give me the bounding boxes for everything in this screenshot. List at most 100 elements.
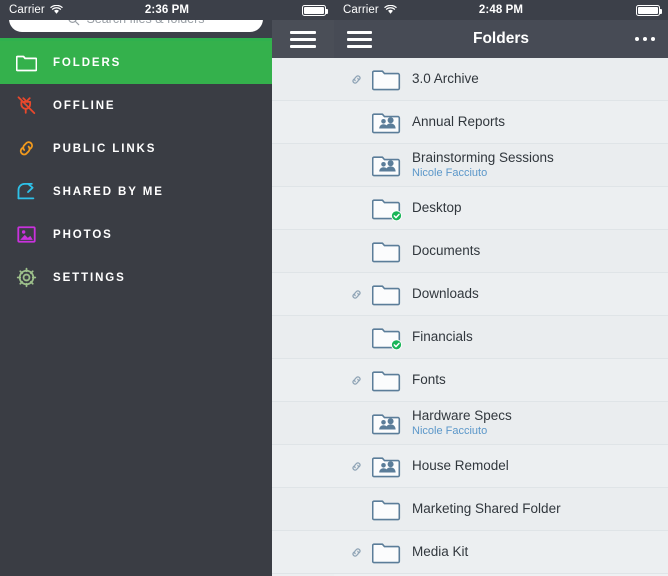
drawer-menu[interactable]: FOLDERS OFFLINE PUBLIC LINKS SHARED BY M… [0, 41, 272, 299]
folder-row[interactable]: Desktop [334, 187, 668, 230]
folder-row[interactable]: Financials [334, 316, 668, 359]
folder-name: Marketing Shared Folder [412, 501, 561, 517]
folder-thumbnail [372, 109, 412, 136]
folder-text: Marketing Shared Folder [412, 501, 561, 517]
folder-row[interactable]: Marketing Shared Folder [334, 488, 668, 531]
folder-row[interactable]: Downloads [334, 273, 668, 316]
folder-icon [372, 69, 401, 90]
folder-text: House Remodel [412, 458, 509, 474]
folder-name: Desktop [412, 200, 462, 216]
folder-thumbnail [372, 195, 412, 222]
sidebar-item-folders[interactable]: FOLDERS [0, 41, 272, 84]
folder-icon [372, 284, 401, 305]
chain-link-icon [352, 461, 361, 471]
page-title: Folders [473, 30, 529, 47]
sidebar-item-shared-by-me[interactable]: SHARED BY ME [0, 170, 272, 213]
folder-thumbnail [372, 152, 412, 179]
folder-icon [372, 198, 402, 221]
chain-link-icon [352, 375, 361, 385]
folder-text: Downloads [412, 286, 479, 302]
folder-row[interactable]: 3.0 Archive [334, 58, 668, 101]
folder-row[interactable]: Media Kit [334, 531, 668, 574]
clock: 2:36 PM [144, 4, 190, 16]
shared-folder-icon [372, 456, 401, 477]
folder-thumbnail [372, 66, 412, 93]
folder-thumbnail [372, 453, 412, 480]
shared-folder-icon [372, 112, 401, 133]
sidebar-item-photos[interactable]: PHOTOS [0, 213, 272, 256]
link-indicator [350, 73, 372, 86]
shared-folder-icon [372, 413, 401, 434]
folder-name: Fonts [412, 372, 446, 388]
folder-row[interactable]: Documents [334, 230, 668, 273]
folder-text: 3.0 Archive [412, 71, 479, 87]
share-arrow-icon [15, 181, 37, 203]
share-arrow-icon [17, 182, 34, 200]
folder-name: Annual Reports [412, 114, 506, 130]
folder-name: Downloads [412, 286, 479, 302]
folder-name: Documents [412, 243, 481, 259]
folder-text: Fonts [412, 372, 446, 388]
clock: 2:48 PM [478, 4, 524, 16]
sidebar-item-label: PHOTOS [53, 228, 113, 241]
photo-image-icon [15, 224, 37, 246]
drawer-toggle-button[interactable] [272, 20, 334, 58]
folder-icon [15, 55, 37, 71]
folder-thumbnail [372, 238, 412, 265]
side-drawer: Search files & folders FOLDERS OFFLINE P… [0, 0, 272, 576]
plug-disconnect-icon [17, 96, 35, 115]
sidebar-item-settings[interactable]: SETTINGS [0, 256, 272, 299]
chain-link-icon [352, 547, 361, 557]
plug-disconnect-icon [15, 95, 37, 117]
folder-text: Annual Reports [412, 114, 505, 130]
folder-row[interactable]: Fonts [334, 359, 668, 402]
sidebar-item-label: OFFLINE [53, 99, 116, 112]
folder-name: Financials [412, 329, 473, 345]
folder-name: Brainstorming Sessions [412, 150, 554, 166]
folder-text: Brainstorming Sessions Nicole Facciuto [412, 150, 554, 179]
right-navbar: Folders [334, 20, 668, 58]
dual-screenshot: 3.0 Archive Annual Reports Brainstorming… [0, 0, 668, 576]
shared-folder-icon [372, 155, 401, 176]
folder-icon [15, 52, 37, 74]
folder-row[interactable]: Brainstorming Sessions Nicole Facciuto [334, 144, 668, 187]
chain-link-icon [19, 141, 33, 156]
folder-thumbnail [372, 281, 412, 308]
link-indicator [350, 288, 372, 301]
left-status-bar: Carrier 2:36 PM [0, 0, 334, 20]
left-phone-screen: 3.0 Archive Annual Reports Brainstorming… [0, 0, 334, 576]
battery-icon [636, 4, 663, 16]
link-indicator [350, 374, 372, 387]
gear-icon [15, 267, 37, 289]
sidebar-item-public-links[interactable]: PUBLIC LINKS [0, 127, 272, 170]
link-indicator [350, 460, 372, 473]
sidebar-item-label: SHARED BY ME [53, 185, 164, 198]
right-folder-rows[interactable]: 3.0 Archive Annual Reports Brainstorming… [334, 58, 668, 574]
ellipsis-icon[interactable] [634, 36, 655, 42]
folder-name: Media Kit [412, 544, 469, 560]
folder-owner: Nicole Facciuto [412, 166, 488, 179]
folder-thumbnail [372, 496, 412, 523]
folder-icon [372, 370, 401, 391]
battery-icon [302, 4, 329, 16]
folder-text: Desktop [412, 200, 462, 216]
folder-text: Media Kit [412, 544, 468, 560]
gear-icon [16, 267, 36, 288]
folder-thumbnail [372, 367, 412, 394]
folder-row[interactable]: House Remodel [334, 445, 668, 488]
folder-name: Hardware Specs [412, 408, 512, 424]
hamburger-menu-icon[interactable] [347, 30, 372, 48]
right-status-bar: Carrier 2:48 PM [334, 0, 668, 20]
folder-text: Hardware Specs Nicole Facciuto [412, 408, 512, 437]
sidebar-item-label: SETTINGS [53, 271, 126, 284]
folder-text: Documents [412, 243, 480, 259]
chain-link-icon [15, 138, 37, 160]
folder-name: 3.0 Archive [412, 71, 479, 87]
folder-name: House Remodel [412, 458, 509, 474]
sidebar-item-offline[interactable]: OFFLINE [0, 84, 272, 127]
folder-icon [372, 499, 401, 520]
folder-row[interactable]: Hardware Specs Nicole Facciuto [334, 402, 668, 445]
sidebar-item-label: FOLDERS [53, 56, 122, 69]
folder-thumbnail [372, 410, 412, 437]
folder-row[interactable]: Annual Reports [334, 101, 668, 144]
